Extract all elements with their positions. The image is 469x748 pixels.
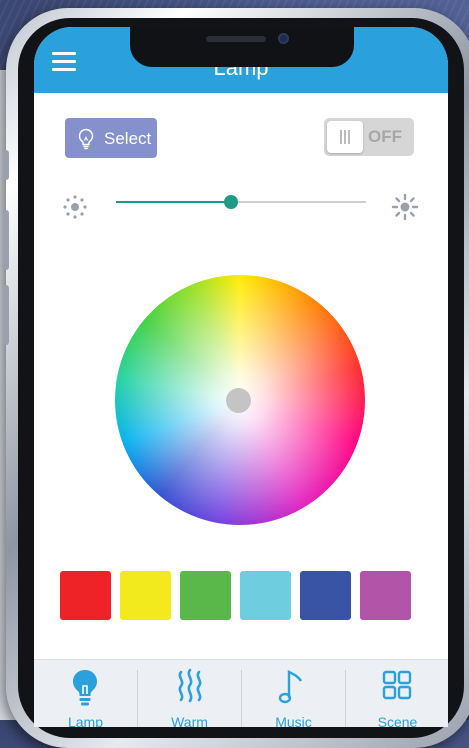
phone-notch — [130, 27, 354, 67]
swatch-cyan[interactable] — [240, 571, 291, 620]
front-camera — [278, 33, 289, 44]
tab-label: Warm — [171, 714, 208, 727]
tab-music[interactable]: Music — [242, 660, 345, 727]
swatch-yellow[interactable] — [120, 571, 171, 620]
phone-volume-down — [3, 285, 9, 345]
swatch-green[interactable] — [180, 571, 231, 620]
warm-waves-icon — [178, 668, 202, 703]
swatch-purple[interactable] — [360, 571, 411, 620]
bottom-tab-bar: Lamp Warm Music Scene — [34, 659, 448, 727]
music-note-icon — [278, 670, 303, 704]
tab-warm[interactable]: Warm — [138, 660, 241, 727]
tab-scene[interactable]: Scene — [346, 660, 448, 727]
brightness-slider-thumb[interactable] — [224, 195, 238, 209]
power-toggle[interactable]: OFF — [324, 118, 414, 156]
bright-sun-icon — [391, 193, 419, 221]
phone-side-button — [3, 150, 9, 180]
tab-label: Lamp — [67, 714, 104, 727]
select-button[interactable]: Select — [65, 118, 157, 158]
lightbulb-icon — [78, 128, 94, 150]
toggle-state-label: OFF — [368, 127, 402, 146]
brightness-slider-fill — [116, 201, 231, 203]
toggle-knob[interactable] — [327, 121, 363, 153]
lightbulb-icon — [73, 670, 97, 706]
color-wheel-selector[interactable] — [226, 388, 251, 413]
app-screen: Lamp Select OFF Lamp Warm Music Scene — [34, 27, 448, 727]
phone-volume-up — [3, 210, 9, 270]
swatch-blue[interactable] — [300, 571, 351, 620]
tab-label: Scene — [377, 714, 418, 727]
dim-sun-icon — [63, 195, 87, 219]
grid-icon — [382, 670, 412, 700]
select-button-label: Select — [104, 129, 152, 148]
swatch-red[interactable] — [60, 571, 111, 620]
tab-label: Music — [275, 714, 312, 727]
brightness-slider[interactable] — [116, 195, 366, 209]
tab-lamp[interactable]: Lamp — [34, 660, 137, 727]
speaker-grille — [206, 36, 266, 42]
